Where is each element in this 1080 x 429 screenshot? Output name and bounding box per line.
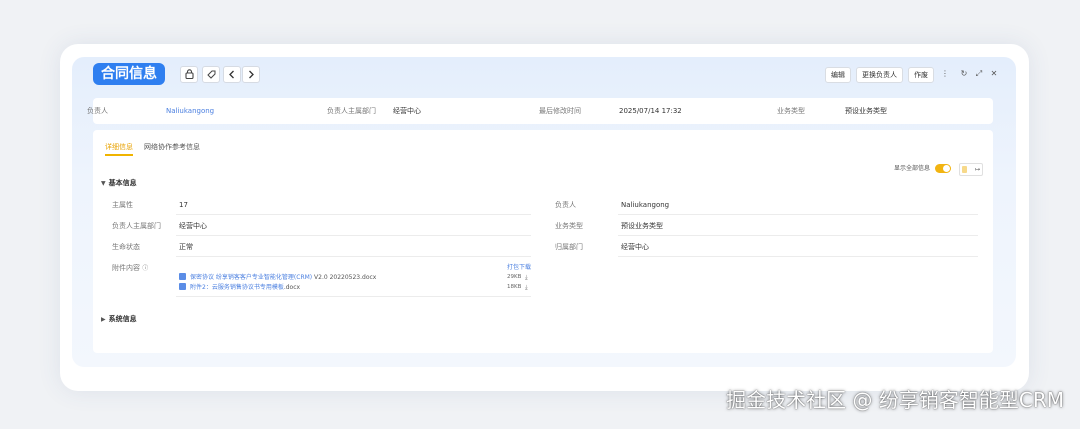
attachment-file[interactable]: 保密协议 纷享销客客户专业智能化管理(CRM) V2.0 20220523.do… [179, 273, 376, 282]
tab-details[interactable]: 详细信息 [105, 140, 133, 156]
summary-owner-label: 负责人 [87, 107, 108, 115]
expand-icon[interactable]: ⤢ [974, 67, 984, 81]
change-owner-button[interactable]: 更换负责人 [856, 67, 903, 83]
divider [618, 256, 978, 257]
summary-owner-dept-value: 经营中心 [393, 107, 421, 115]
contract-panel: 合同信息 编辑 更换负责人 作废 ⋮ ↻ ⤢ ✕ 负责人 Naliukangon… [72, 57, 1016, 367]
caret-down-icon: ▼ [101, 180, 106, 187]
system-section-header[interactable]: ▶ 系统信息 [101, 314, 137, 325]
summary-modified-label: 最后修改时间 [539, 107, 581, 115]
pack-download-link[interactable]: 打包下载 [507, 263, 531, 272]
attachment-label: 附件内容 ⓘ [112, 264, 149, 272]
file-icon [179, 283, 186, 290]
caret-right-icon: ▶ [101, 316, 106, 323]
lock-icon [184, 69, 194, 80]
details-card: 详细信息 网络协作参考信息 显示全部信息 ↦ ▼ 基本信息 主属性 17 负责人 … [93, 130, 993, 353]
more-icon[interactable]: ⋮ [940, 67, 950, 81]
summary-owner-dept-label: 负责人主属部门 [327, 107, 376, 115]
biz-type-value: 预设业务类型 [621, 222, 663, 230]
owner-dept-label: 负责人主属部门 [112, 222, 161, 230]
divider [176, 296, 531, 297]
file-size: 29KB [507, 274, 522, 280]
biz-type-label: 业务类型 [555, 222, 583, 230]
divider [618, 235, 978, 236]
owner-link[interactable]: Naliukangong [621, 200, 669, 210]
summary-modified-value: 2025/07/14 17:32 [619, 107, 682, 115]
divider [176, 256, 531, 257]
summary-owner-link[interactable]: Naliukangong [166, 98, 214, 124]
basic-section-title: 基本信息 [108, 179, 137, 187]
chevron-right-icon [249, 70, 254, 79]
void-button[interactable]: 作废 [908, 67, 934, 83]
prev-button[interactable] [223, 66, 241, 83]
file-icon [179, 273, 186, 280]
belong-dept-value: 经营中心 [621, 243, 649, 251]
file-size: 18KB [507, 284, 522, 290]
layout-switch-button[interactable]: ↦ [959, 163, 983, 176]
tag-icon [206, 70, 215, 79]
window-frame: 合同信息 编辑 更换负责人 作废 ⋮ ↻ ⤢ ✕ 负责人 Naliukangon… [60, 44, 1029, 391]
help-icon[interactable]: ⓘ [142, 265, 148, 272]
divider [176, 214, 531, 215]
summary-bar: 负责人 Naliukangong 负责人主属部门 经营中心 最后修改时间 202… [87, 98, 993, 124]
show-all-label: 显示全部信息 [894, 165, 931, 172]
download-icon[interactable]: ⤓ [525, 273, 528, 282]
download-icon[interactable]: ⤓ [525, 283, 528, 292]
chevron-left-icon [229, 70, 234, 79]
main-no-value: 17 [179, 201, 188, 209]
summary-biztype-label: 业务类型 [777, 107, 805, 115]
belong-dept-label: 归属部门 [555, 243, 583, 251]
attachment-file[interactable]: 附件2：云服务销售协议书专用模板.docx [179, 283, 300, 292]
main-no-label: 主属性 [112, 201, 133, 209]
lock-button[interactable] [180, 66, 198, 83]
system-section-title: 系统信息 [108, 315, 137, 323]
divider [176, 235, 531, 236]
edit-button[interactable]: 编辑 [825, 67, 851, 83]
watermark: 掘金技术社区 @ 纷享销客智能型CRM [726, 388, 1064, 412]
life-status-value: 正常 [179, 243, 193, 251]
page-title: 合同信息 [93, 63, 165, 85]
life-status-label: 生命状态 [112, 243, 140, 251]
arrows-icon: ↦ [974, 166, 980, 173]
refresh-icon[interactable]: ↻ [959, 67, 969, 81]
basic-section-header[interactable]: ▼ 基本信息 [101, 178, 137, 189]
close-icon[interactable]: ✕ [989, 67, 999, 81]
next-button[interactable] [242, 66, 260, 83]
show-all-toggle[interactable] [935, 164, 951, 173]
divider [618, 214, 978, 215]
summary-biztype-value: 预设业务类型 [845, 107, 887, 115]
owner-dept-value: 经营中心 [179, 222, 207, 230]
switch-knob [962, 166, 967, 173]
tag-button[interactable] [202, 66, 220, 83]
tab-collab-reference[interactable]: 网络协作参考信息 [144, 140, 200, 154]
owner-label: 负责人 [555, 201, 576, 209]
